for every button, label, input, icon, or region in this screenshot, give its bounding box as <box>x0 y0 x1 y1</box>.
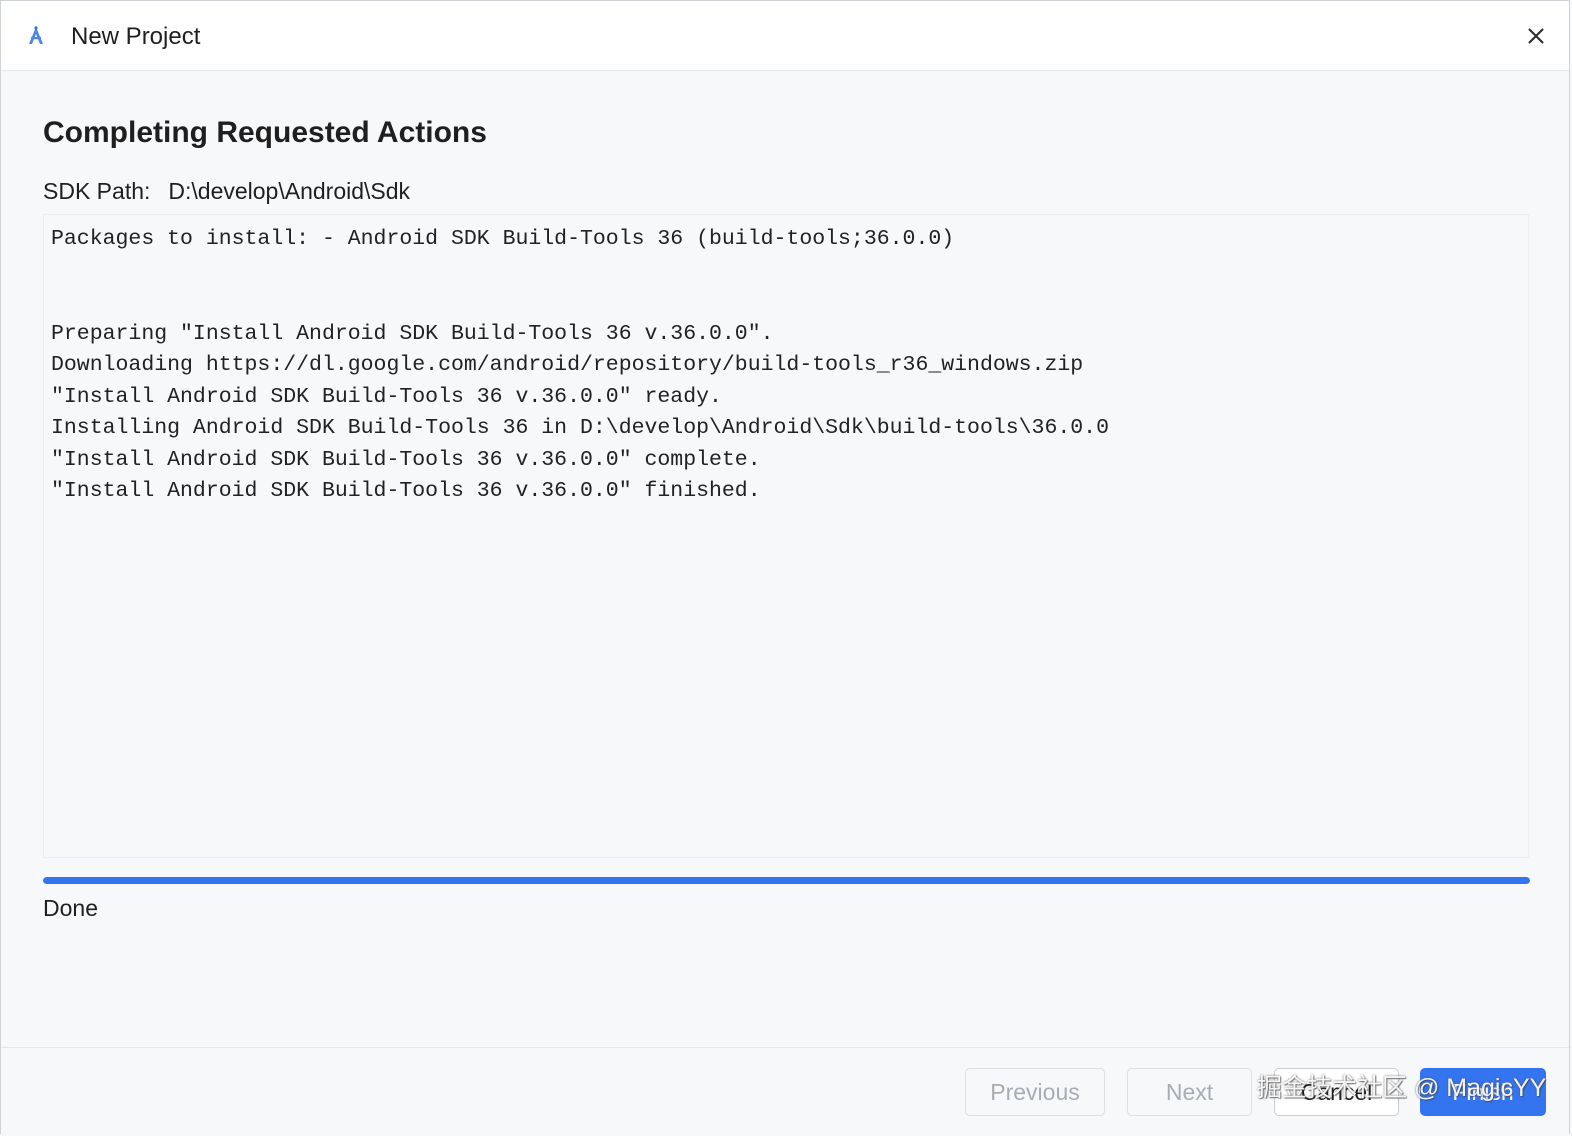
progress-bar <box>43 877 1530 884</box>
next-button[interactable]: Next <box>1127 1068 1252 1116</box>
dialog-footer: Previous Next Cancel Finish <box>1 1047 1569 1135</box>
sdk-path-label: SDK Path: <box>43 178 151 204</box>
sdk-path-value: D:\develop\Android\Sdk <box>168 178 411 204</box>
log-line: "Install Android SDK Build-Tools 36 v.36… <box>51 448 761 472</box>
cancel-button[interactable]: Cancel <box>1274 1068 1399 1116</box>
dialog-content: Completing Requested Actions SDK Path: D:… <box>1 72 1569 1047</box>
android-studio-icon <box>25 25 47 47</box>
log-line: "Install Android SDK Build-Tools 36 v.36… <box>51 385 722 409</box>
log-line: Packages to install: - Android SDK Build… <box>51 227 955 251</box>
status-text: Done <box>43 895 98 921</box>
title-bar: New Project <box>1 1 1569 71</box>
previous-button[interactable]: Previous <box>965 1068 1105 1116</box>
new-project-dialog: New Project Completing Requested Actions… <box>0 0 1570 1135</box>
log-line: "Install Android SDK Build-Tools 36 v.36… <box>51 479 761 503</box>
finish-button[interactable]: Finish <box>1420 1068 1546 1116</box>
log-line: Preparing "Install Android SDK Build-Too… <box>51 322 774 346</box>
window-title: New Project <box>71 23 201 50</box>
install-log[interactable]: Packages to install: - Android SDK Build… <box>43 214 1529 858</box>
log-line: Downloading https://dl.google.com/androi… <box>51 353 1084 377</box>
sdk-path-row: SDK Path: D:\develop\Android\Sdk <box>43 176 410 206</box>
page-title: Completing Requested Actions <box>43 116 487 149</box>
progress-bar-fill <box>43 877 1530 884</box>
log-line: Installing Android SDK Build-Tools 36 in… <box>51 416 1109 440</box>
close-button[interactable] <box>1519 19 1553 53</box>
close-icon <box>1519 28 1553 57</box>
